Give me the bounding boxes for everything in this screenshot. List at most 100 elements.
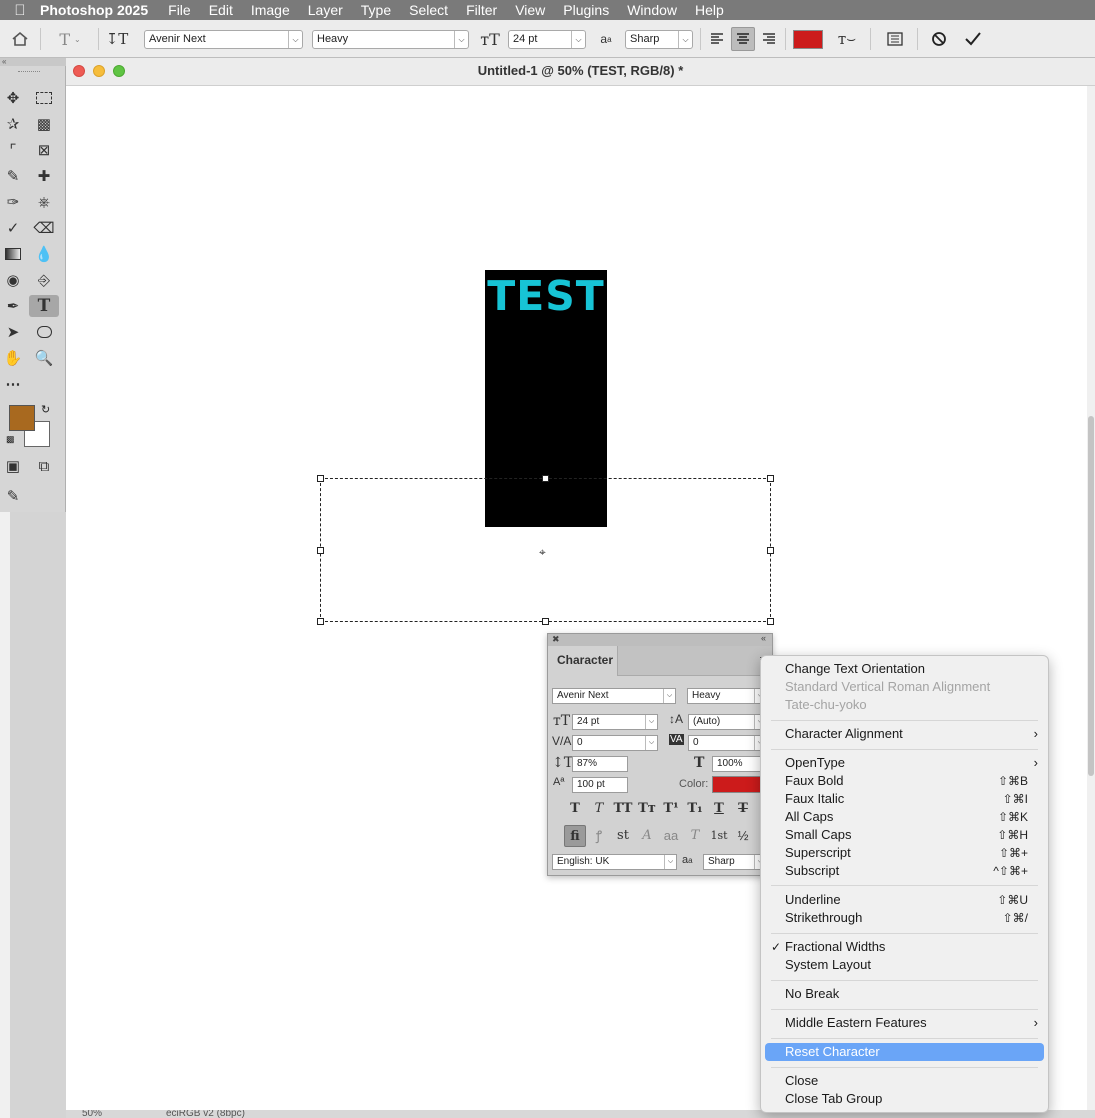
panel-font-size-select[interactable]: 24 pt ⌵: [572, 714, 658, 730]
menu-help[interactable]: Help: [695, 2, 724, 18]
lasso-tool-icon[interactable]: ✰: [0, 113, 26, 135]
status-profile[interactable]: eciRGB v2 (8bpc): [166, 1110, 245, 1118]
text-color-swatch[interactable]: [793, 30, 823, 49]
healing-brush-tool-icon[interactable]: ✚: [31, 165, 57, 187]
menu-item-faux-italic[interactable]: Faux Italic ⇧⌘I: [765, 790, 1044, 808]
stylistic-alternates-button[interactable]: aa: [660, 825, 682, 847]
menu-item-strikethrough[interactable]: Strikethrough ⇧⌘/: [765, 909, 1044, 927]
vertical-scrollbar[interactable]: [1087, 86, 1095, 1110]
swash-button[interactable]: A: [636, 825, 658, 847]
standard-ligatures-button[interactable]: fi: [564, 825, 586, 847]
text-bounding-box[interactable]: ⌖: [317, 475, 774, 625]
handle-top-center[interactable]: [542, 475, 549, 482]
menu-file[interactable]: File: [168, 2, 191, 18]
menu-plugins[interactable]: Plugins: [563, 2, 609, 18]
zoom-tool-icon[interactable]: 🔍: [31, 347, 57, 369]
menu-item-all-caps[interactable]: All Caps ⇧⌘K: [765, 808, 1044, 826]
menu-item-fractional-widths[interactable]: ✓ Fractional Widths: [765, 938, 1044, 956]
warp-text-icon[interactable]: т⌣: [836, 29, 858, 49]
vertical-scale-field[interactable]: 87%: [572, 756, 628, 772]
menu-item-close[interactable]: Close: [765, 1072, 1044, 1090]
path-selection-tool-icon[interactable]: ➤: [0, 321, 26, 343]
panel-font-style-select[interactable]: Heavy⌵: [687, 688, 767, 704]
menu-item-no-break[interactable]: No Break: [765, 985, 1044, 1003]
marquee-tool-icon[interactable]: [31, 87, 57, 109]
handle-middle-right[interactable]: [767, 547, 774, 554]
menu-item-superscript[interactable]: Superscript ⇧⌘+: [765, 844, 1044, 862]
object-selection-tool-icon[interactable]: ▩: [31, 113, 57, 135]
default-colors-icon[interactable]: ▩: [6, 434, 15, 445]
dodge-tool-icon[interactable]: ◉: [0, 269, 26, 291]
zoom-window-icon[interactable]: [113, 65, 125, 77]
horizontal-scale-field[interactable]: 100%: [712, 756, 767, 772]
brush-tool-icon[interactable]: ✑: [0, 191, 26, 213]
font-style-select[interactable]: Heavy ⌵: [312, 30, 469, 49]
tab-character[interactable]: Character: [548, 646, 618, 676]
font-family-select[interactable]: Avenir Next ⌵: [144, 30, 303, 49]
eyedropper-tool-icon[interactable]: ✎: [0, 165, 26, 187]
fractions-button[interactable]: ½: [732, 825, 754, 847]
commit-edits-icon[interactable]: [962, 29, 984, 49]
toolbar-collapse-icon[interactable]: «: [0, 58, 66, 66]
history-brush-tool-icon[interactable]: ✓: [0, 217, 26, 239]
move-tool-icon[interactable]: ✥: [0, 87, 26, 109]
menu-item-system-layout[interactable]: System Layout: [765, 956, 1044, 974]
menu-item-change-text-orientation[interactable]: Change Text Orientation: [765, 660, 1044, 678]
character-panel-toggle-icon[interactable]: [884, 29, 906, 49]
panel-close-icon[interactable]: ✖: [552, 634, 560, 645]
menu-item-opentype[interactable]: OpenType ›: [765, 754, 1044, 772]
edit-toolbar-icon[interactable]: ✎: [0, 485, 26, 507]
toggle-text-orientation-icon[interactable]: ↧T: [106, 29, 129, 49]
panel-font-family-select[interactable]: Avenir Next ⌵: [552, 688, 676, 704]
superscript-button[interactable]: T¹: [660, 798, 682, 820]
panel-color-swatch[interactable]: [712, 776, 767, 793]
swap-colors-icon[interactable]: ↻: [41, 403, 50, 416]
faux-italic-button[interactable]: T: [588, 798, 610, 820]
close-window-icon[interactable]: [73, 65, 85, 77]
underline-button[interactable]: T: [708, 798, 730, 820]
faux-bold-button[interactable]: T: [564, 798, 586, 820]
menu-item-middle-eastern-features[interactable]: Middle Eastern Features ›: [765, 1014, 1044, 1032]
font-size-select[interactable]: 24 pt ⌵: [508, 30, 586, 49]
blur-tool-icon[interactable]: 💧: [31, 243, 57, 265]
menu-item-reset-character[interactable]: Reset Character: [765, 1043, 1044, 1061]
contextual-alternates-button[interactable]: ꝭ: [588, 825, 610, 847]
smudge-tool-icon[interactable]: ⎆: [31, 269, 57, 291]
antialias-select[interactable]: Sharp ⌵: [625, 30, 693, 49]
menu-select[interactable]: Select: [409, 2, 448, 18]
menu-layer[interactable]: Layer: [308, 2, 343, 18]
subscript-button[interactable]: T₁: [684, 798, 706, 820]
eraser-tool-icon[interactable]: ⌫: [31, 217, 57, 239]
menu-window[interactable]: Window: [627, 2, 677, 18]
menu-item-subscript[interactable]: Subscript ^⇧⌘+: [765, 862, 1044, 880]
clone-stamp-tool-icon[interactable]: ⎈: [31, 191, 57, 213]
menu-type[interactable]: Type: [361, 2, 391, 18]
handle-bottom-right[interactable]: [767, 618, 774, 625]
type-tool-icon[interactable]: T: [29, 295, 59, 317]
home-icon[interactable]: [8, 29, 32, 49]
type-tool-preset-icon[interactable]: T ⌄: [50, 29, 90, 49]
language-select[interactable]: English: UK ⌵: [552, 854, 677, 870]
handle-bottom-center[interactable]: [542, 618, 549, 625]
leading-select[interactable]: (Auto)⌵: [688, 714, 767, 730]
align-right-icon[interactable]: [758, 29, 780, 49]
menu-item-underline[interactable]: Underline ⇧⌘U: [765, 891, 1044, 909]
menu-edit[interactable]: Edit: [209, 2, 233, 18]
status-zoom[interactable]: 50%: [82, 1110, 102, 1118]
pen-tool-icon[interactable]: ✒: [0, 295, 26, 317]
quick-mask-icon[interactable]: ▣: [0, 455, 26, 477]
small-caps-button[interactable]: Tт: [636, 798, 658, 820]
app-menu[interactable]: Photoshop 2025: [40, 2, 148, 18]
gradient-tool-icon[interactable]: [0, 243, 26, 265]
kerning-select[interactable]: 0 ⌵: [572, 735, 658, 751]
reference-point-icon[interactable]: ⌖: [539, 545, 546, 560]
menu-item-small-caps[interactable]: Small Caps ⇧⌘H: [765, 826, 1044, 844]
strikethrough-button[interactable]: T: [732, 798, 754, 820]
ellipse-tool-icon[interactable]: [31, 321, 57, 343]
apple-icon[interactable]: : [0, 2, 40, 19]
ordinals-button[interactable]: 1st: [708, 825, 730, 847]
handle-bottom-left[interactable]: [317, 618, 324, 625]
menu-item-close-tab-group[interactable]: Close Tab Group: [765, 1090, 1044, 1108]
align-center-icon[interactable]: [731, 27, 755, 51]
titling-alternates-button[interactable]: T: [684, 825, 706, 847]
